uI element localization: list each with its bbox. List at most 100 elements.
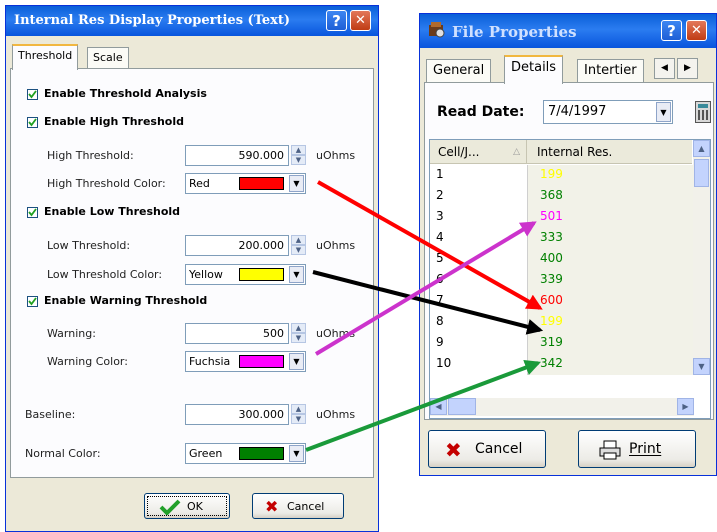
baseline-input[interactable]: 300.000 — [185, 404, 289, 425]
cancel-button[interactable]: ✖ Cancel — [252, 493, 344, 519]
cell-number: 1 — [436, 167, 444, 181]
scroll-down-button[interactable]: ▼ — [693, 358, 710, 375]
high-color-select[interactable]: Red ▼ — [185, 173, 306, 194]
low-color-select[interactable]: Yellow ▼ — [185, 264, 306, 285]
high-threshold-unit: uOhms — [316, 149, 356, 162]
low-threshold-input[interactable]: 200.000 — [185, 235, 289, 256]
sort-arrow-icon: △ — [513, 147, 520, 157]
threshold-panel: Enable Threshold Analysis Enable High Th… — [10, 68, 374, 478]
warning-unit: uOhms — [316, 327, 356, 340]
scroll-up-button[interactable]: ▲ — [693, 140, 710, 157]
chevron-down-icon[interactable]: ▼ — [656, 102, 671, 122]
close-icon: ✖ — [445, 438, 462, 462]
high-threshold-label: High Threshold: — [47, 149, 134, 162]
enable-low-checkbox[interactable] — [27, 207, 38, 218]
cell-number: 7 — [436, 293, 444, 307]
spin-up-icon[interactable]: ▲ — [291, 323, 306, 333]
read-date-select[interactable]: 7/4/1997 ▼ — [543, 100, 673, 124]
calculator-icon[interactable] — [695, 101, 711, 123]
spin-down-icon[interactable]: ▼ — [291, 414, 306, 424]
tab-threshold[interactable]: Threshold — [12, 44, 79, 70]
help-button[interactable]: ? — [326, 10, 347, 31]
spin-up-icon[interactable]: ▲ — [291, 145, 306, 155]
enable-warning-label: Enable Warning Threshold — [44, 294, 208, 307]
print-button[interactable]: Print — [578, 430, 696, 468]
warning-color-select[interactable]: Fuchsia ▼ — [185, 351, 306, 372]
horizontal-scroll-thumb[interactable] — [448, 398, 476, 415]
close-button[interactable]: ✕ — [350, 10, 371, 31]
normal-color-label: Normal Color: — [25, 447, 101, 460]
ok-button[interactable]: OK — [144, 493, 230, 519]
scroll-thumb[interactable] — [694, 159, 709, 187]
tab-details[interactable]: Details — [504, 55, 564, 84]
high-threshold-input[interactable]: 590.000 — [185, 145, 289, 166]
title-bar[interactable]: File Properties ? ✕ — [420, 14, 716, 48]
print-label: Print — [629, 441, 662, 457]
high-color-name: Red — [189, 177, 210, 190]
normal-color-select[interactable]: Green ▼ — [185, 443, 306, 464]
tab-intertier[interactable]: Intertier — [577, 59, 644, 83]
enable-high-label: Enable High Threshold — [44, 115, 185, 128]
normal-color-name: Green — [189, 447, 223, 460]
warning-spinner[interactable]: ▲ ▼ — [291, 323, 306, 344]
cancel-label: Cancel — [475, 441, 523, 457]
internal-res-value: 333 — [540, 230, 563, 244]
enable-warning-checkbox[interactable] — [27, 296, 38, 307]
tab-scroll-left-button[interactable]: ◀ — [654, 58, 675, 79]
column-header-cell[interactable]: Cell/J... △ — [430, 140, 527, 164]
high-threshold-spinner[interactable]: ▲ ▼ — [291, 145, 306, 166]
horizontal-scrollbar[interactable]: ◀ ▶ — [430, 398, 694, 416]
tab-general[interactable]: General — [426, 59, 492, 83]
internal-res-column-label: Internal Res. — [537, 145, 613, 159]
vertical-scrollbar[interactable]: ▲ ▼ — [693, 140, 710, 375]
internal-res-value: 339 — [540, 272, 563, 286]
chevron-down-icon[interactable]: ▼ — [289, 445, 304, 462]
check-icon — [28, 297, 37, 306]
low-threshold-spinner[interactable]: ▲ ▼ — [291, 235, 306, 256]
file-properties-icon — [426, 19, 446, 39]
baseline-label: Baseline: — [25, 408, 76, 421]
enable-analysis-checkbox[interactable] — [27, 89, 38, 100]
baseline-spinner[interactable]: ▲ ▼ — [291, 404, 306, 425]
title-bar[interactable]: Internal Res Display Properties (Text) ?… — [6, 6, 378, 36]
spin-down-icon[interactable]: ▼ — [291, 245, 306, 255]
check-icon — [159, 499, 181, 515]
cell-data-table[interactable]: Cell/J... △ Internal Res. 1 199 2 368 3 501 4 3… — [429, 139, 711, 419]
spin-down-icon[interactable]: ▼ — [291, 333, 306, 343]
internal-res-value: 501 — [540, 209, 563, 223]
column-header-internal-res[interactable]: Internal Res. — [527, 140, 692, 164]
cell-number: 3 — [436, 209, 444, 223]
chevron-down-icon[interactable]: ▼ — [289, 175, 304, 192]
read-date-value: 7/4/1997 — [548, 104, 607, 119]
internal-res-value: 199 — [540, 167, 563, 181]
baseline-unit: uOhms — [316, 408, 356, 421]
dialog-title: Internal Res Display Properties (Text) — [14, 13, 291, 28]
chevron-down-icon[interactable]: ▼ — [289, 353, 304, 370]
enable-low-label: Enable Low Threshold — [44, 205, 181, 218]
warning-color-swatch — [239, 355, 284, 368]
chevron-down-icon[interactable]: ▼ — [289, 266, 304, 283]
cell-number: 10 — [436, 356, 452, 370]
scroll-right-button[interactable]: ▶ — [677, 398, 694, 415]
cell-number: 9 — [436, 335, 444, 349]
spin-up-icon[interactable]: ▲ — [291, 404, 306, 414]
dialog-title: File Properties — [452, 23, 577, 41]
enable-high-checkbox[interactable] — [27, 117, 38, 128]
warning-input[interactable]: 500 — [185, 323, 289, 344]
internal-res-value: 342 — [540, 356, 563, 370]
high-color-swatch — [239, 177, 284, 190]
close-button[interactable]: ✕ — [686, 20, 707, 41]
scroll-left-button[interactable]: ◀ — [430, 398, 447, 415]
tab-scroll-right-button[interactable]: ▶ — [677, 58, 698, 79]
help-button[interactable]: ? — [661, 20, 682, 41]
spin-up-icon[interactable]: ▲ — [291, 235, 306, 245]
cancel-button[interactable]: ✖ Cancel — [428, 430, 546, 468]
spin-down-icon[interactable]: ▼ — [291, 155, 306, 165]
low-threshold-unit: uOhms — [316, 239, 356, 252]
internal-res-value: 199 — [540, 314, 563, 328]
tab-scale[interactable]: Scale — [87, 47, 129, 69]
internal-res-value: 400 — [540, 251, 563, 265]
internal-res-value: 368 — [540, 188, 563, 202]
enable-analysis-label: Enable Threshold Analysis — [44, 87, 207, 100]
check-icon — [28, 208, 37, 217]
